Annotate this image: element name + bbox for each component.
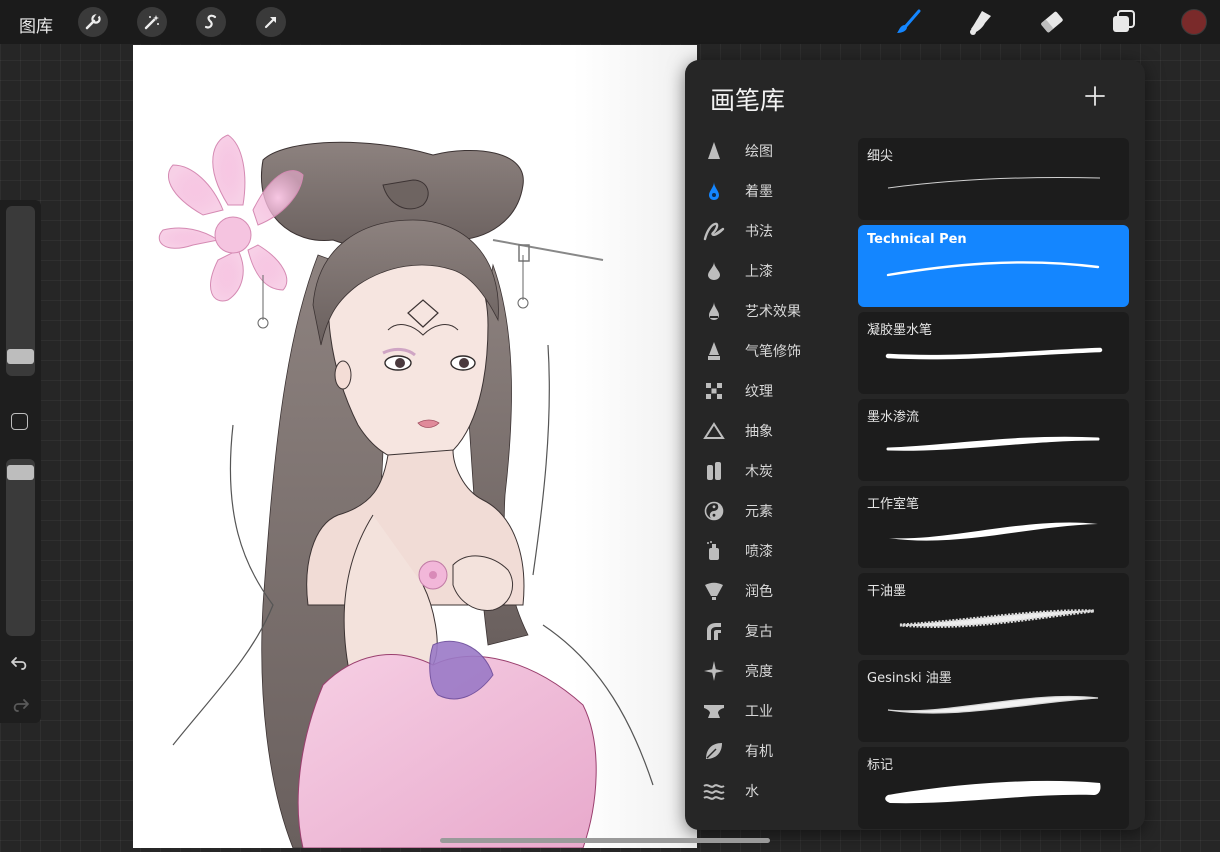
category-inking[interactable]: 着墨 [703, 174, 863, 208]
brush-card-technical-pen[interactable]: Technical Pen [858, 225, 1129, 307]
brush-card-gesinski-ink[interactable]: Gesinski 油墨 [858, 660, 1129, 742]
category-artistic[interactable]: 艺术效果 [703, 294, 863, 328]
magic-wand-icon[interactable] [137, 7, 167, 37]
category-industrial[interactable]: 工业 [703, 694, 863, 728]
brush-stroke-preview [885, 347, 1103, 360]
plus-icon[interactable] [1083, 84, 1107, 108]
anvil-icon [703, 700, 725, 722]
category-water[interactable]: 水 [703, 774, 863, 808]
brush-card-marker[interactable]: 标记 [858, 747, 1129, 829]
brush-stroke-preview [887, 177, 1101, 189]
charcoal-icon [703, 460, 725, 482]
category-airbrushing[interactable]: 气笔修饰 [703, 334, 863, 368]
top-toolbar: 图库 [0, 0, 1220, 44]
opacity-slider[interactable] [6, 459, 35, 636]
pencil-tip-icon [703, 140, 725, 162]
triangle-icon [703, 420, 725, 442]
airbrush-icon [703, 340, 725, 362]
brush-stroke-preview [886, 436, 1100, 451]
layers-icon[interactable] [1108, 6, 1140, 38]
waves-icon [703, 780, 725, 802]
category-luminance[interactable]: 亮度 [703, 654, 863, 688]
category-charcoals[interactable]: 木炭 [703, 454, 863, 488]
retro-arch-icon [703, 620, 725, 642]
category-vintage[interactable]: 复古 [703, 614, 863, 648]
category-calligraphy[interactable]: 书法 [703, 214, 863, 248]
gallery-button[interactable]: 图库 [19, 12, 53, 37]
ink-drop-icon [703, 180, 725, 202]
wrench-icon[interactable] [78, 7, 108, 37]
panel-title: 画笔库 [710, 86, 786, 115]
artwork-illustration [158, 134, 654, 848]
texture-checker-icon [703, 380, 725, 402]
brush-card-gel-pen[interactable]: 凝胶墨水笔 [858, 312, 1129, 394]
smudge-icon[interactable] [964, 6, 996, 38]
yin-yang-icon [703, 500, 725, 522]
fan-brush-icon [703, 580, 725, 602]
brush-card-dry-ink[interactable]: 干油墨 [858, 573, 1129, 655]
category-spraypaints[interactable]: 喷漆 [703, 534, 863, 568]
category-painting[interactable]: 上漆 [703, 254, 863, 288]
opacity-thumb[interactable] [7, 465, 34, 480]
redo-icon[interactable] [9, 694, 31, 716]
brush-stroke-preview [888, 522, 1098, 541]
sparkle-icon [703, 660, 725, 682]
category-sketching[interactable]: 绘图 [703, 134, 863, 168]
square-icon[interactable] [11, 413, 28, 430]
leaf-icon [703, 740, 725, 762]
brush-library-panel: 画笔库 绘图 着墨 书法 上漆 艺术效果 气笔修饰 纹理 抽象 木炭 元素 喷漆… [685, 60, 1145, 830]
left-sidebar [0, 200, 41, 723]
category-organic[interactable]: 有机 [703, 734, 863, 768]
paint-drop-icon [703, 260, 725, 282]
color-swatch-button[interactable] [1181, 9, 1207, 35]
artistic-drop-icon [703, 300, 725, 322]
brush-stroke-preview [886, 261, 1100, 277]
selection-s-icon[interactable] [196, 7, 226, 37]
brush-icon[interactable] [893, 6, 925, 38]
category-textures[interactable]: 纹理 [703, 374, 863, 408]
brush-stroke-preview [887, 695, 1099, 714]
transform-arrow-icon[interactable] [256, 7, 286, 37]
home-indicator[interactable] [440, 838, 770, 843]
brush-card-ink-bleed[interactable]: 墨水渗流 [858, 399, 1129, 481]
eraser-icon[interactable] [1036, 6, 1068, 38]
calligraphy-icon [703, 220, 725, 242]
undo-icon[interactable] [9, 652, 31, 674]
brush-size-slider[interactable] [6, 206, 35, 376]
brush-card-studio-pen[interactable]: 工作室笔 [858, 486, 1129, 568]
spray-can-icon [703, 540, 725, 562]
category-elements[interactable]: 元素 [703, 494, 863, 528]
brush-size-thumb[interactable] [7, 349, 34, 364]
brush-stroke-preview [885, 780, 1101, 804]
brush-card-fine-tip[interactable]: 细尖 [858, 138, 1129, 220]
category-abstract[interactable]: 抽象 [703, 414, 863, 448]
category-touchups[interactable]: 润色 [703, 574, 863, 608]
brush-stroke-preview [899, 609, 1095, 628]
drawing-canvas[interactable] [133, 45, 697, 848]
